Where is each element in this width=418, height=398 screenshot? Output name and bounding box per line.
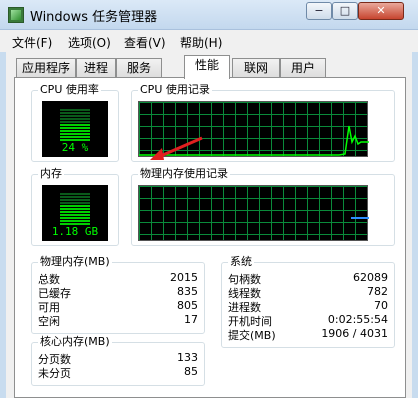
tab-performance[interactable]: 性能 — [184, 55, 230, 79]
kernel-memory-group: 核心内存(MB) 分页数 133 未分页 85 — [31, 336, 205, 386]
stat-value: 1906 / 4031 — [321, 327, 388, 340]
system-row: 进程数 70 — [228, 299, 388, 314]
memory-value: 1.18 GB — [51, 225, 99, 238]
system-row: 句柄数 62089 — [228, 271, 388, 286]
stat-label: 空闲 — [38, 315, 60, 328]
tab-services[interactable]: 服务 — [116, 58, 162, 78]
tab-processes[interactable]: 进程 — [76, 58, 116, 78]
minimize-button[interactable]: − — [306, 2, 332, 20]
title-bar: Windows 任务管理器 − □ ✕ — [0, 0, 418, 30]
system-row: 提交(MB) 1906 / 4031 — [228, 327, 388, 342]
stat-value: 0:02:55:54 — [327, 313, 388, 326]
menu-options[interactable]: 选项(O) — [68, 34, 111, 51]
window-title: Windows 任务管理器 — [30, 10, 158, 25]
stat-value: 62089 — [353, 271, 388, 284]
memory-history-title: 物理内存使用记录 — [138, 167, 230, 180]
close-button[interactable]: ✕ — [358, 2, 404, 20]
memory-meter: 1.18 GB — [42, 185, 108, 241]
stat-value: 805 — [177, 299, 198, 312]
tab-networking[interactable]: 联网 — [232, 58, 280, 78]
stat-value: 17 — [184, 313, 198, 326]
menu-help[interactable]: 帮助(H) — [180, 34, 222, 51]
stat-value: 835 — [177, 285, 198, 298]
stat-value: 2015 — [170, 271, 198, 284]
stat-label: 提交(MB) — [228, 329, 276, 342]
memory-history-graph — [138, 185, 369, 241]
physical-memory-row: 已缓存 835 — [38, 285, 198, 300]
stat-value: 782 — [367, 285, 388, 298]
stat-label: 未分页 — [38, 367, 71, 380]
system-row: 开机时间 0:02:55:54 — [228, 313, 388, 328]
memory-history-chart — [351, 217, 369, 219]
kernel-memory-row: 分页数 133 — [38, 351, 198, 366]
memory-history-group: 物理内存使用记录 — [131, 168, 395, 246]
stat-value: 133 — [177, 351, 198, 364]
maximize-button[interactable]: □ — [332, 2, 358, 20]
stat-value: 70 — [374, 299, 388, 312]
system-group: 系统 句柄数 62089 线程数 782 进程数 70 开机时间 0:02:55… — [221, 256, 395, 348]
physical-memory-row: 总数 2015 — [38, 271, 198, 286]
memory-bars — [60, 193, 90, 225]
memory-title: 内存 — [38, 167, 64, 180]
physical-memory-row: 可用 805 — [38, 299, 198, 314]
physical-memory-group: 物理内存(MB) 总数 2015 已缓存 835 可用 805 空闲 17 — [31, 256, 205, 334]
menu-view[interactable]: 查看(V) — [124, 34, 166, 51]
system-title: 系统 — [228, 255, 254, 268]
stat-value: 85 — [184, 365, 198, 378]
annotation-arrow-icon — [150, 136, 203, 160]
task-manager-icon — [8, 7, 24, 23]
kernel-memory-row: 未分页 85 — [38, 365, 198, 380]
system-row: 线程数 782 — [228, 285, 388, 300]
cpu-usage-bars — [60, 109, 90, 141]
cpu-usage-value: 24 % — [61, 141, 89, 154]
memory-group: 内存 1.18 GB — [31, 168, 119, 246]
menu-file[interactable]: 文件(F) — [12, 34, 52, 51]
tab-users[interactable]: 用户 — [280, 58, 326, 78]
kernel-memory-title: 核心内存(MB) — [38, 335, 112, 348]
cpu-usage-group: CPU 使用率 24 % — [31, 84, 119, 162]
cpu-usage-meter: 24 % — [42, 101, 108, 157]
tab-applications[interactable]: 应用程序 — [16, 58, 76, 78]
physical-memory-row: 空闲 17 — [38, 313, 198, 328]
cpu-usage-title: CPU 使用率 — [38, 83, 101, 96]
menu-bar: 文件(F) 选项(O) 查看(V) 帮助(H) — [0, 30, 418, 52]
physical-memory-title: 物理内存(MB) — [38, 255, 112, 268]
